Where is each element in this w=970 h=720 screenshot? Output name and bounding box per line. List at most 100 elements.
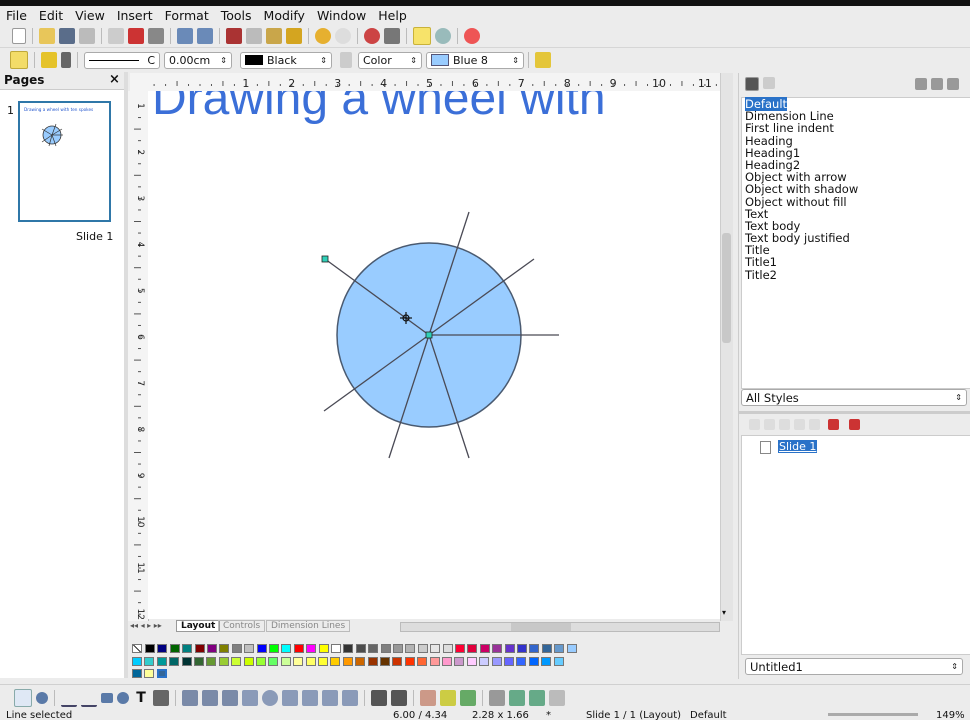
wheel-drawing[interactable] <box>148 91 720 619</box>
color-swatch[interactable] <box>528 657 539 666</box>
color-swatch[interactable] <box>429 657 440 666</box>
show-draw-functions-icon[interactable] <box>413 26 431 45</box>
from-file-icon[interactable] <box>420 690 436 706</box>
vertical-ruler[interactable]: 1 2 3 4 5 6 7 8 9 10 11 12 <box>128 91 149 621</box>
color-swatch[interactable] <box>404 657 415 666</box>
ellipse-tool-icon[interactable] <box>117 692 129 704</box>
save-icon[interactable] <box>59 27 75 44</box>
fontwork-icon[interactable] <box>153 690 169 706</box>
horizontal-ruler[interactable]: 123456789101112 <box>130 73 758 92</box>
color-swatch[interactable] <box>342 657 353 666</box>
edit-file-icon[interactable] <box>108 27 124 44</box>
style-item[interactable]: Object with shadow <box>742 183 970 195</box>
style-item[interactable]: Title1 <box>742 256 970 268</box>
new-document-icon[interactable] <box>12 27 26 44</box>
color-swatch[interactable] <box>243 657 254 666</box>
last-icon[interactable] <box>794 419 805 430</box>
presentation-styles-icon[interactable] <box>763 77 775 89</box>
panel-divider[interactable] <box>739 411 970 414</box>
fill-format-icon[interactable] <box>915 78 927 90</box>
shadow-tool-icon[interactable] <box>549 690 565 706</box>
tab-controls[interactable]: Controls <box>218 620 266 632</box>
drag-mode-icon[interactable] <box>809 419 820 430</box>
spellcheck-icon[interactable] <box>177 27 193 44</box>
color-swatch[interactable] <box>343 644 354 653</box>
color-swatch[interactable] <box>405 644 416 653</box>
tab-layout[interactable]: Layout <box>176 620 221 632</box>
drawing-canvas[interactable]: Drawing a wheel with <box>148 91 720 619</box>
tab-nav-arrows-icon[interactable]: ◂◂ ◂ ▸ ▸▸ <box>130 621 162 630</box>
line-icon[interactable] <box>41 52 57 68</box>
color-swatch[interactable] <box>231 657 242 666</box>
redo-icon[interactable] <box>335 27 351 44</box>
arrow-style-icon[interactable] <box>61 52 71 68</box>
color-swatch[interactable] <box>442 657 452 666</box>
flowchart-icon[interactable] <box>302 690 318 706</box>
horizontal-scrollbar[interactable] <box>400 622 720 632</box>
close-icon[interactable]: × <box>109 72 120 87</box>
color-swatch[interactable] <box>492 644 503 653</box>
color-swatch[interactable] <box>491 657 502 666</box>
zoom-icon[interactable] <box>435 27 451 44</box>
style-item[interactable]: Title2 <box>742 268 970 280</box>
lines-arrows-icon[interactable] <box>222 690 238 706</box>
align-icon[interactable] <box>509 690 525 706</box>
color-swatch[interactable] <box>145 644 155 653</box>
color-swatch[interactable] <box>479 657 490 666</box>
copy-icon[interactable] <box>246 27 262 44</box>
menu-insert[interactable]: Insert <box>111 8 159 23</box>
chart-icon[interactable] <box>364 27 380 44</box>
color-swatch[interactable] <box>392 657 403 666</box>
curve-icon[interactable] <box>182 690 198 706</box>
line-tool-icon[interactable] <box>61 689 77 707</box>
color-swatch[interactable] <box>330 657 341 666</box>
color-swatch[interactable] <box>454 657 465 666</box>
color-swatch[interactable] <box>417 657 428 666</box>
color-swatch[interactable] <box>504 657 514 666</box>
basic-shapes-icon[interactable] <box>242 690 258 706</box>
new-style-icon[interactable] <box>931 78 943 90</box>
open-icon[interactable] <box>39 27 55 44</box>
color-swatch[interactable] <box>194 644 205 653</box>
zoom-slider[interactable] <box>828 713 918 716</box>
color-swatch[interactable] <box>305 657 316 666</box>
color-swatch[interactable] <box>156 657 167 666</box>
color-swatch[interactable] <box>156 669 167 678</box>
first-icon[interactable] <box>749 419 760 430</box>
color-swatch[interactable] <box>218 657 229 666</box>
color-swatch[interactable] <box>355 644 366 653</box>
email-icon[interactable] <box>79 27 95 44</box>
color-swatch[interactable] <box>442 644 453 653</box>
menu-edit[interactable]: Edit <box>33 8 69 23</box>
area-style-dropdown[interactable]: Color ⇕ <box>358 51 422 69</box>
color-swatch[interactable] <box>293 657 304 666</box>
color-swatch[interactable] <box>529 644 540 653</box>
color-swatch[interactable] <box>256 644 267 653</box>
line-arrow-icon[interactable] <box>81 689 97 707</box>
callouts-icon[interactable] <box>322 690 338 706</box>
points-icon[interactable] <box>371 690 387 706</box>
color-swatch[interactable] <box>219 644 230 653</box>
menu-format[interactable]: Format <box>159 8 215 23</box>
vertical-scrollbar[interactable]: ▾ <box>720 73 733 621</box>
area-icon[interactable] <box>340 52 352 68</box>
scrollbar-thumb[interactable] <box>722 233 731 343</box>
tab-dimension-lines[interactable]: Dimension Lines <box>266 620 351 632</box>
color-swatch[interactable] <box>355 657 366 666</box>
graphics-styles-icon[interactable] <box>745 77 759 91</box>
extrusion-icon[interactable] <box>460 690 476 706</box>
style-item[interactable]: First line indent <box>742 122 970 134</box>
ellipse-icon[interactable] <box>36 692 48 704</box>
color-swatch[interactable] <box>417 644 428 653</box>
symbol-shapes-icon[interactable] <box>262 690 278 706</box>
color-swatch[interactable] <box>207 644 217 653</box>
paste-icon[interactable] <box>266 27 282 44</box>
selection-handle[interactable] <box>321 255 329 263</box>
color-swatch[interactable] <box>541 657 552 666</box>
color-swatch[interactable] <box>144 669 155 678</box>
color-swatch[interactable] <box>256 657 266 666</box>
menu-file[interactable]: File <box>0 8 33 23</box>
menu-modify[interactable]: Modify <box>258 8 311 23</box>
color-swatch[interactable] <box>244 644 255 653</box>
grid-icon[interactable] <box>10 51 28 69</box>
